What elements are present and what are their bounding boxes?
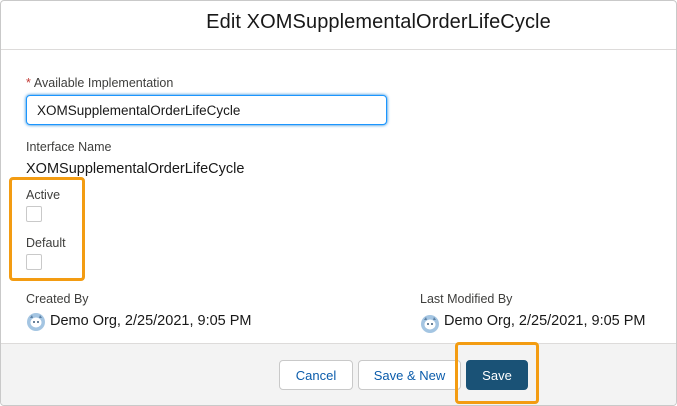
modal-footer: Cancel Save & New Save [1,343,676,405]
interface-name-label: Interface Name [26,140,112,154]
modal-header: Edit XOMSupplementalOrderLifeCycle [1,1,676,50]
available-implementation-input[interactable] [26,95,387,125]
cancel-button[interactable]: Cancel [279,360,353,390]
checkbox-highlight-box [9,177,85,281]
available-implementation-label: * Available Implementation [26,76,173,90]
save-highlight-box [455,342,539,404]
created-by-value: Demo Org, 2/25/2021, 9:05 PM [50,313,252,329]
save-and-new-button[interactable]: Save & New [358,360,461,390]
interface-name-value: XOMSupplementalOrderLifeCycle [26,161,245,177]
user-avatar-icon [27,313,45,331]
created-by-label: Created By [26,292,89,306]
last-modified-by-value: Demo Org, 2/25/2021, 9:05 PM [444,313,646,329]
edit-modal: Edit XOMSupplementalOrderLifeCycle * Avai… [0,0,677,406]
user-avatar-icon [421,315,439,333]
modal-title: Edit XOMSupplementalOrderLifeCycle [206,11,551,33]
available-implementation-label-text: Available Implementation [33,76,174,90]
last-modified-by-label: Last Modified By [420,292,513,306]
required-marker: * [26,76,31,90]
